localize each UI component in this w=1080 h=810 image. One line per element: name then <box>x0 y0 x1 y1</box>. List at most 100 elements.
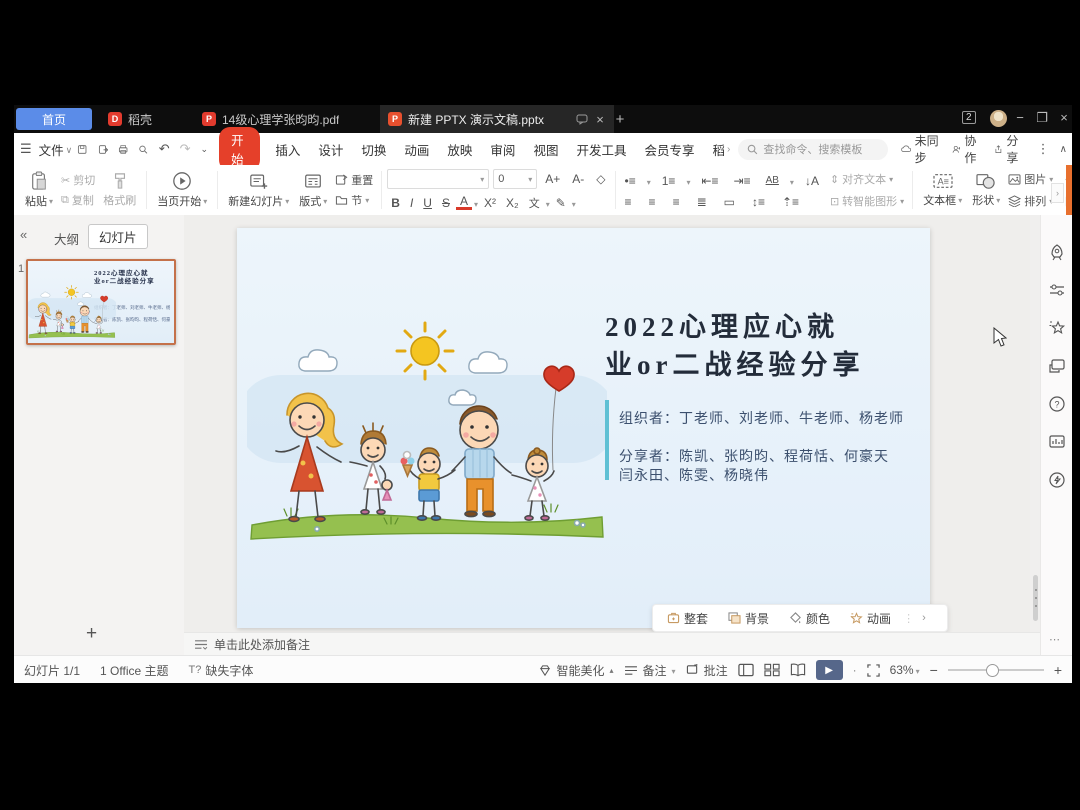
format-painter-button[interactable]: 格式刷 <box>98 171 141 209</box>
hamburger-icon[interactable]: ☰ <box>20 141 32 157</box>
line-spacing-button[interactable]: ↕≡ <box>748 195 769 209</box>
play-options-dot-icon[interactable]: · <box>853 663 857 677</box>
underline-button[interactable]: U <box>419 196 436 210</box>
char-spacing-button[interactable]: AB <box>762 175 783 186</box>
new-tab-button[interactable]: + <box>610 111 630 128</box>
strikethrough-button[interactable]: S <box>438 196 454 210</box>
subscript-button[interactable]: X₂ <box>502 196 523 210</box>
zoom-out-button[interactable]: − <box>930 662 938 678</box>
fit-slide-icon[interactable] <box>867 664 880 677</box>
shapes-button[interactable]: 形状 <box>967 171 1005 209</box>
file-menu[interactable]: 文件 <box>39 140 64 159</box>
clear-format-button[interactable]: ◇ <box>592 172 609 186</box>
tab-pptx-document[interactable]: P 新建 PPTX 演示文稿.pptx × <box>380 105 614 133</box>
copy-button[interactable]: ⧉ 复制 <box>58 192 98 208</box>
zoom-level-display[interactable]: 63% <box>890 663 920 677</box>
window-count-badge[interactable]: 2 <box>962 111 976 124</box>
tab-outline[interactable]: 大纲 <box>54 229 79 248</box>
notes-toggle-button[interactable]: 备注 <box>624 662 676 679</box>
restore-button[interactable]: ❐ <box>1032 110 1052 126</box>
add-slide-button[interactable]: + <box>86 623 97 645</box>
animation-button[interactable]: 动画 <box>842 610 899 627</box>
paste-button[interactable]: 粘贴 <box>20 170 58 210</box>
menu-transition[interactable]: 切换 <box>361 140 386 159</box>
idea-bulb-icon[interactable] <box>1048 471 1066 489</box>
toolbar-expand-icon[interactable]: ⌄ <box>201 144 209 155</box>
magic-star-icon[interactable] <box>1048 319 1066 337</box>
print-icon[interactable] <box>118 142 128 157</box>
grow-font-button[interactable]: A+ <box>541 172 564 186</box>
background-button[interactable]: 背景 <box>720 610 777 627</box>
slide-title-textbox[interactable]: 2022心理应心就 业or二战经验分享 <box>605 308 927 384</box>
distribute-button[interactable]: ▭ <box>720 195 739 209</box>
font-color-button[interactable]: A <box>456 196 472 210</box>
float-toolbar-more-icon[interactable]: › <box>918 612 930 624</box>
theme-info[interactable]: 1 Office 主题 <box>100 662 168 679</box>
collapse-ribbon-icon[interactable]: ∧ <box>1060 144 1067 155</box>
ribbon-expand-handle[interactable]: › <box>1051 183 1064 203</box>
arrange-button[interactable]: 排列 <box>1005 193 1056 209</box>
to-smart-graphic-button[interactable]: ⊡ 转智能图形 <box>827 193 907 209</box>
slide-sorter-view-button[interactable] <box>764 663 780 677</box>
text-direction-button[interactable]: ↓A <box>801 174 823 188</box>
italic-button[interactable]: I <box>406 196 417 210</box>
user-avatar[interactable] <box>990 110 1007 127</box>
undo-icon[interactable]: ↶ <box>159 141 170 157</box>
sync-status[interactable]: 未同步 <box>901 132 939 166</box>
slide-editor[interactable]: 2022心理应心就 业or二战经验分享 组织者：丁老师、刘老师、牛老师、杨老师 … <box>237 228 930 628</box>
family-illustration[interactable] <box>247 313 607 543</box>
rail-more-icon[interactable]: ⋯ <box>1049 633 1060 646</box>
menu-daoke[interactable]: 稻 <box>712 140 725 159</box>
tab-close-icon[interactable]: × <box>594 112 606 127</box>
section-button[interactable]: 节 <box>332 192 376 208</box>
menu-design[interactable]: 设计 <box>318 140 343 159</box>
vertical-scrollbar[interactable] <box>1033 575 1038 621</box>
settings-sliders-icon[interactable] <box>1048 281 1066 299</box>
zoom-slider-knob[interactable] <box>986 664 999 677</box>
menu-review[interactable]: 审阅 <box>490 140 515 159</box>
zoom-slider[interactable] <box>948 669 1044 671</box>
missing-font-warning[interactable]: T? 缺失字体 <box>189 662 254 679</box>
tab-pdf-document[interactable]: P 14级心理学张昀昀.pdf <box>194 105 347 133</box>
print-preview-icon[interactable] <box>138 142 148 157</box>
redo-icon[interactable]: ↷ <box>180 141 191 157</box>
more-options-icon[interactable]: ⋮ <box>1037 141 1050 157</box>
tab-daoke[interactable]: D 稻壳 <box>100 105 160 133</box>
file-chevron-icon[interactable] <box>66 140 73 158</box>
notes-bar[interactable]: 单击此处添加备注 <box>184 632 1040 656</box>
layout-button[interactable]: 版式 <box>294 171 332 210</box>
align-center-button[interactable]: ≡ <box>645 195 660 209</box>
increase-indent-button[interactable]: ⇥≡ <box>730 174 755 188</box>
suite-button[interactable]: 整套 <box>659 610 716 627</box>
pinyin-guide-button[interactable]: 文 <box>525 195 544 211</box>
cut-button[interactable]: ✂ 剪切 <box>58 172 98 188</box>
align-left-button[interactable]: ≡ <box>621 195 636 209</box>
menu-insert[interactable]: 插入 <box>275 140 300 159</box>
picture-button[interactable]: 图片 <box>1005 171 1056 187</box>
tab-home[interactable]: 首页 <box>16 108 92 130</box>
bullet-list-button[interactable]: •≡ <box>621 174 640 188</box>
close-button[interactable]: × <box>1054 110 1072 125</box>
shrink-font-button[interactable]: A- <box>568 172 588 186</box>
align-right-button[interactable]: ≡ <box>669 195 684 209</box>
decrease-indent-button[interactable]: ⇤≡ <box>697 174 722 188</box>
font-family-combo[interactable] <box>387 169 489 189</box>
menu-member[interactable]: 会员专享 <box>644 140 694 159</box>
save-icon[interactable] <box>77 142 87 157</box>
image-chart-icon[interactable] <box>1048 433 1066 451</box>
new-slide-button[interactable]: 新建幻灯片 <box>223 171 294 210</box>
slideshow-play-button[interactable]: ▶ <box>816 660 843 680</box>
collapse-panel-icon[interactable]: « <box>20 227 27 242</box>
menu-animation[interactable]: 动画 <box>404 140 429 159</box>
menu-slideshow[interactable]: 放映 <box>447 140 472 159</box>
justify-button[interactable]: ≣ <box>693 195 711 209</box>
comments-button[interactable]: 批注 <box>686 662 728 679</box>
bold-button[interactable]: B <box>387 196 404 210</box>
text-box-button[interactable]: A≡ 文本框 <box>918 171 967 209</box>
collaborate-button[interactable]: 协作 <box>952 132 981 166</box>
menu-devtools[interactable]: 开发工具 <box>576 140 626 159</box>
play-current-button[interactable]: 当页开始 <box>152 170 212 210</box>
sharers-textbox[interactable]: 分享者：陈凯、张昀昀、程荷恬、何豪天 闫永田、陈雯、杨晓伟 <box>619 447 919 485</box>
color-button[interactable]: 颜色 <box>781 610 838 627</box>
superscript-button[interactable]: X² <box>480 196 500 210</box>
